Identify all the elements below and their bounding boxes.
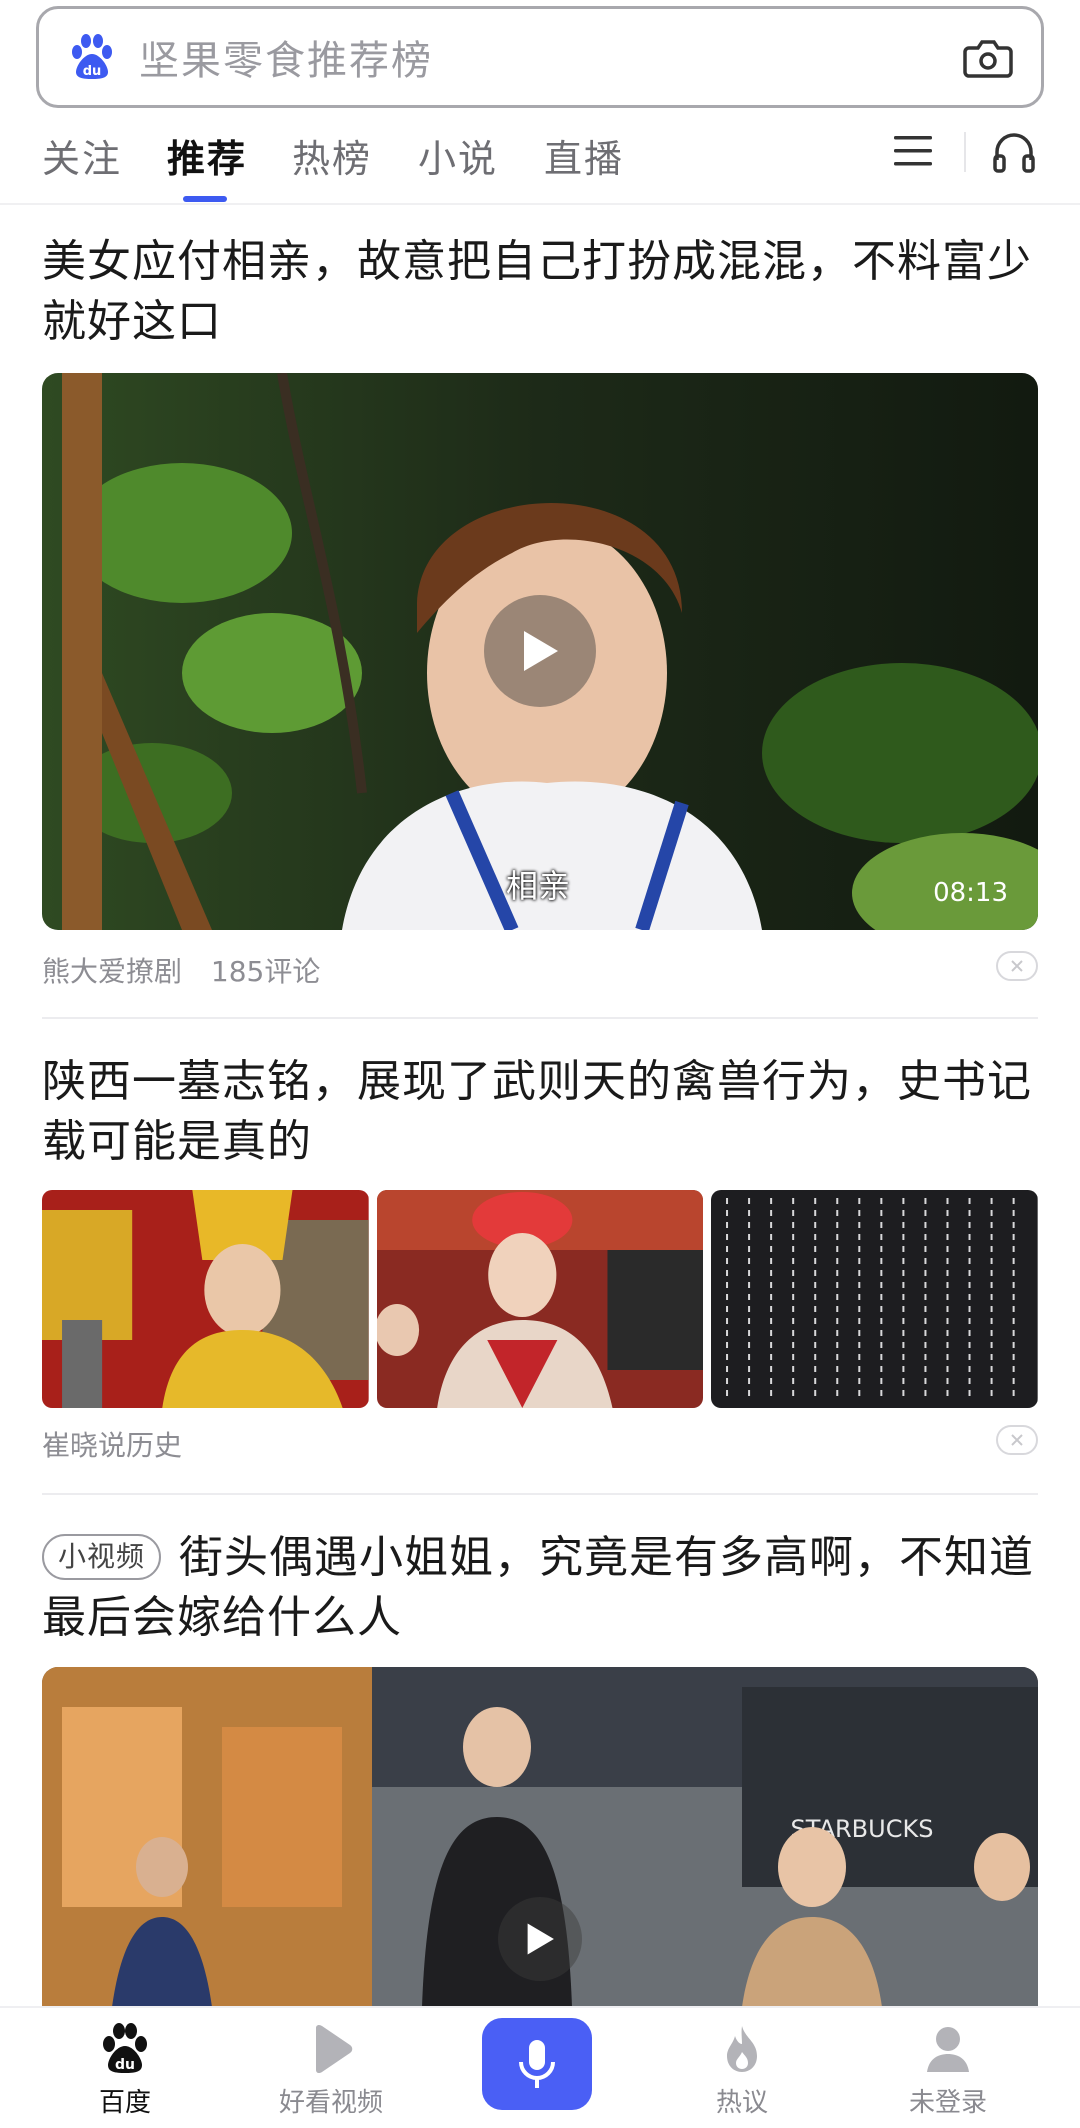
flame-icon [727, 2026, 757, 2072]
channel-tabs: 关注 推荐 热榜 小说 直播 [0, 128, 1080, 202]
play-button[interactable] [484, 595, 596, 707]
close-icon [1011, 1434, 1023, 1446]
nav-baidu[interactable]: du 百度 [45, 2008, 205, 2128]
comment-count[interactable]: 185评论 [211, 955, 320, 988]
tab-recommend[interactable]: 推荐 [167, 128, 247, 183]
tab-live[interactable]: 直播 [544, 128, 624, 183]
author-name[interactable]: 熊大爱撩剧 [42, 955, 182, 988]
tab-follow[interactable]: 关注 [42, 128, 122, 183]
feed-divider [42, 1017, 1038, 1019]
play-icon [316, 2024, 353, 2074]
search-query[interactable]: 坚果零食推荐榜 [139, 28, 961, 86]
nav-label: 好看视频 [278, 2088, 383, 2118]
close-icon [1011, 960, 1023, 972]
active-tab-indicator [183, 196, 227, 202]
play-icon [524, 631, 558, 671]
nav-label: 未登录 [908, 2088, 987, 2118]
bottom-nav: du 百度 好看视频 热议 未登录 [0, 2006, 1080, 2128]
article-title[interactable]: 陕西一墓志铭，展现了武则天的禽兽行为，史书记载可能是真的 [42, 1052, 1042, 1172]
tab-separator [964, 132, 966, 172]
article-meta: 崔晓说历史 [42, 1424, 182, 1464]
play-icon [527, 1923, 554, 1955]
article-title[interactable]: 小视频 街头偶遇小姐姐，究竟是有多高啊，不知道最后会嫁给什么人 [42, 1528, 1042, 1648]
headphones-icon[interactable] [990, 128, 1038, 176]
baidu-paw-icon: du [103, 2023, 147, 2073]
tab-novel[interactable]: 小说 [418, 128, 498, 183]
svg-text:du: du [115, 2057, 135, 2073]
tab-hot-list[interactable]: 热榜 [292, 128, 372, 183]
search-bar[interactable]: du 坚果零食推荐榜 [36, 6, 1044, 108]
camera-icon[interactable] [961, 30, 1015, 84]
thumbnail-image[interactable] [42, 1190, 369, 1408]
dismiss-button[interactable] [996, 951, 1038, 981]
article-meta: 熊大爱撩剧 185评论 [42, 950, 320, 990]
dismiss-button[interactable] [996, 1425, 1038, 1455]
microphone-icon [519, 2040, 555, 2088]
video-thumbnail[interactable]: STARBUCKS [42, 1667, 1038, 2007]
nav-profile[interactable]: 未登录 [868, 2008, 1028, 2128]
baidu-app: du 坚果零食推荐榜 关注 推荐 热榜 小说 直播 美女应付相亲，故意把自己打扮… [0, 0, 1080, 2128]
article-title-text: 街头偶遇小姐姐，究竟是有多高啊，不知道最后会嫁给什么人 [42, 1532, 1035, 1643]
video-thumbnail[interactable]: 相亲 08:13 [42, 373, 1038, 930]
tabs-border [0, 203, 1080, 205]
author-name[interactable]: 崔晓说历史 [42, 1429, 182, 1462]
user-icon [927, 2027, 969, 2072]
stone-inscription-image [711, 1190, 1039, 1408]
nav-label: 百度 [98, 2088, 151, 2118]
article-title[interactable]: 美女应付相亲，故意把自己打扮成混混，不料富少就好这口 [42, 232, 1042, 352]
play-button[interactable] [498, 1897, 582, 1981]
nav-discussion[interactable]: 热议 [662, 2008, 822, 2128]
nav-label: 热议 [715, 2088, 768, 2118]
baidu-paw-logo-icon: du [72, 34, 112, 79]
empress-red-robe-image [376, 1190, 704, 1408]
thumbnail-image[interactable] [376, 1190, 704, 1408]
short-video-tag: 小视频 [42, 1534, 162, 1580]
image-gallery[interactable] [42, 1190, 1039, 1408]
menu-icon[interactable] [892, 130, 934, 172]
svg-text:du: du [83, 64, 102, 79]
empress-gold-image [42, 1190, 369, 1408]
video-caption: 相亲 [506, 867, 571, 905]
nav-haokan-video[interactable]: 好看视频 [251, 2008, 411, 2128]
video-duration: 08:13 [933, 878, 1008, 908]
voice-search-button[interactable] [482, 2018, 592, 2110]
feed-divider [42, 1493, 1038, 1495]
thumbnail-image[interactable] [711, 1190, 1039, 1408]
